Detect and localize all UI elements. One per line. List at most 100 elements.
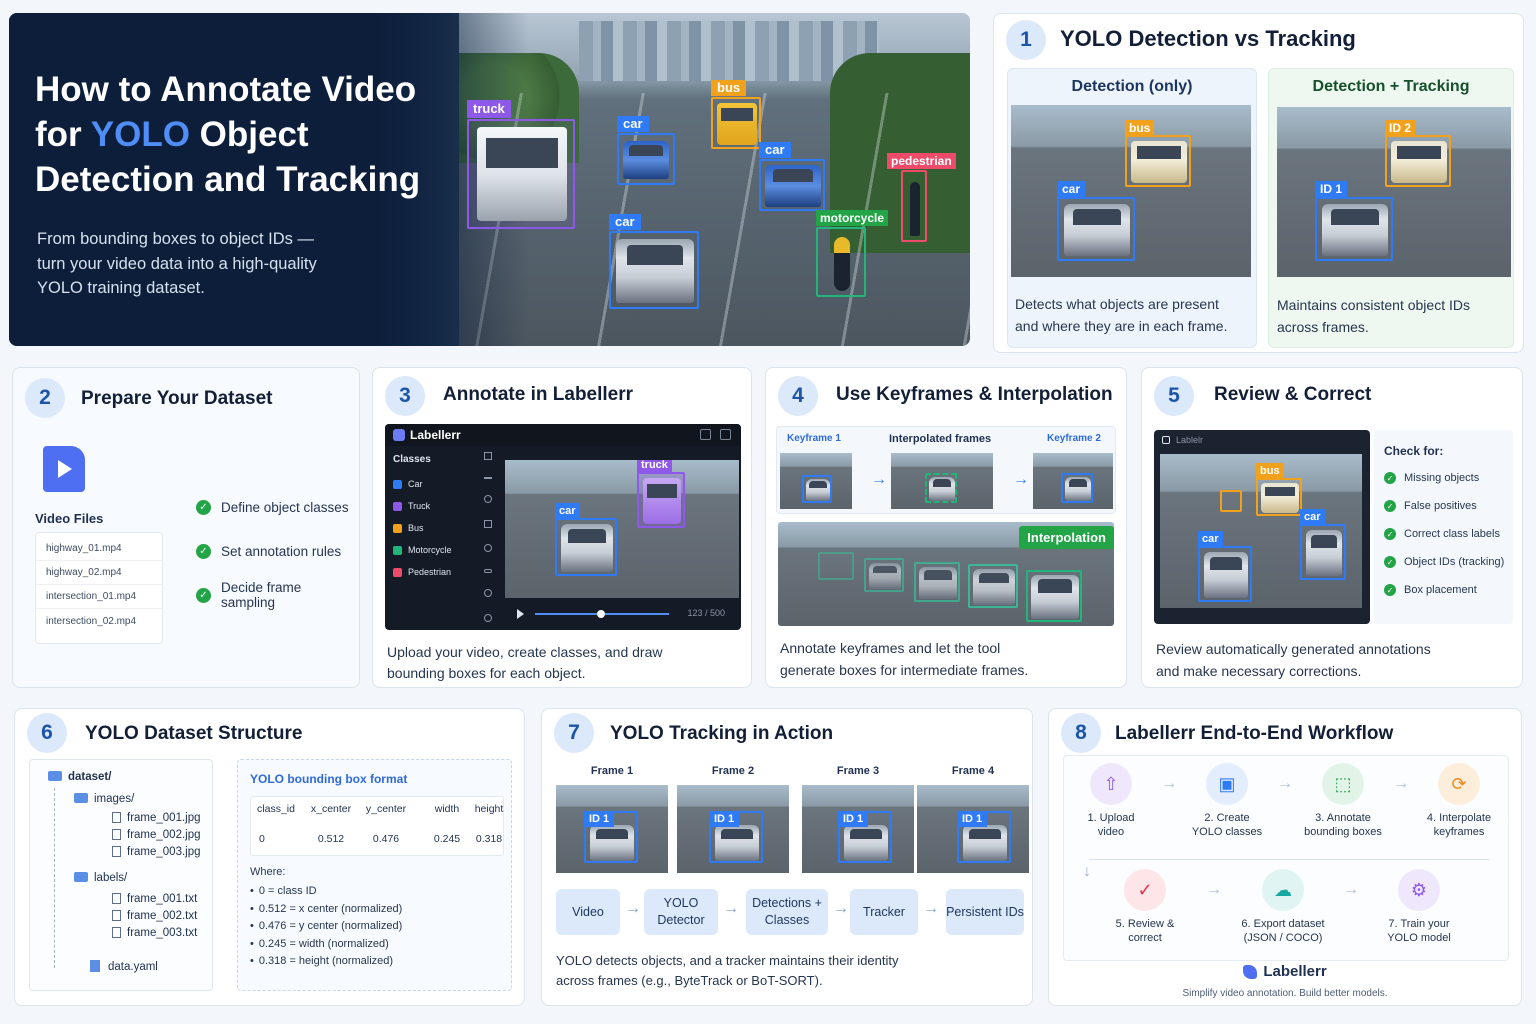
app-title: Labellerr [410,428,461,442]
car [1064,204,1130,256]
format-header-cell: class_id [257,803,295,815]
box-tool-icon[interactable] [484,519,492,528]
tracking-bus-tag: ID 2 [1385,120,1416,136]
canvas-truck-box[interactable]: truck [637,460,685,528]
section-5-desc-line2: and make necessary corrections. [1156,663,1362,679]
workflow-step-label: 7. Train your [1388,918,1450,930]
pointer-tool-icon[interactable] [484,495,492,504]
check-icon: ✓ [196,587,211,603]
review-car1-box[interactable]: car [1198,531,1252,602]
train-icon[interactable]: ⚙ [1398,869,1440,911]
section-7-number: 7 [554,713,594,753]
zoom-tool-icon[interactable] [484,544,492,553]
rotate-tool-icon[interactable] [484,589,492,598]
brand-line: Labellerr [1243,963,1327,980]
file-icon [112,829,121,840]
tree-labels-folder[interactable]: labels/ [74,872,127,884]
file-row[interactable]: highway_01.mp4 [36,537,162,561]
class-item[interactable]: Car [393,473,465,495]
frame-thumbnail[interactable]: ID 1 [556,785,668,873]
workflow-bottom-row: ✓ 5. Review & correct → ☁ 6. Export dataset (J… [1063,869,1509,959]
export-icon[interactable]: ☁ [1262,869,1304,911]
car [616,239,694,303]
file-row[interactable]: intersection_01.mp4 [36,585,162,609]
review-car2-box[interactable]: car [1300,509,1346,580]
bbox-format-panel: YOLO bounding box format class_id x_cente… [237,759,512,991]
workflow-step-sublabel: (JSON / COCO) [1243,932,1323,944]
classes-icon[interactable]: ▣ [1206,763,1248,805]
section-end-to-end-workflow: 8 Labellerr End-to-End Workflow ⇧ 1. Uplo… [1048,708,1522,1006]
file-row[interactable]: highway_02.mp4 [36,561,162,585]
workflow-step-sublabel: correct [1128,932,1162,944]
hero-motorcycle-box: motorcycle [816,210,889,297]
canvas-car-box[interactable]: car [555,503,617,576]
class-item[interactable]: Bus [393,517,465,539]
car [1204,552,1248,598]
review-check-label: Object IDs (tracking) [1404,556,1505,568]
tree-file[interactable]: frame_003.txt [112,927,197,939]
settings-icon[interactable] [700,429,711,440]
tree-file[interactable]: frame_002.jpg [112,829,201,841]
annotate-icon[interactable]: ⬚ [1322,763,1364,805]
tree-file-label: frame_003.txt [127,927,198,939]
labellerr-logo-icon [1243,964,1258,979]
review-bus-box[interactable]: bus [1256,463,1302,516]
interp-box [1026,570,1082,622]
tree-file[interactable]: frame_003.jpg [112,846,201,858]
tree-root[interactable]: dataset/ [48,771,111,783]
keyframe-2-thumb[interactable] [1033,453,1113,509]
hero-car1-box: car [617,116,675,185]
pen-tool-icon[interactable] [484,476,492,479]
tree-labels-label: labels/ [94,872,128,884]
section-7-desc-line2: across frames (e.g., ByteTrack or BoT-SO… [556,973,823,988]
car [1031,575,1079,619]
section-2-number: 2 [25,378,65,418]
class-item[interactable]: Pedestrian [393,561,465,583]
detection-only-desc-line2: and where they are in each frame. [1015,318,1228,334]
tree-file[interactable]: frame_001.txt [112,893,197,905]
section-7-title: YOLO Tracking in Action [610,723,834,744]
interpolate-icon[interactable]: ⟳ [1438,763,1480,805]
section-8-number: 8 [1061,713,1101,753]
frame-thumbnail[interactable]: ID 1 [802,785,914,873]
search-tool-icon[interactable] [484,613,492,622]
arrow-icon: → [625,900,641,917]
section-annotate-labellerr: 3 Annotate in Labellerr Labellerr Classe… [372,367,752,688]
app-logo-icon [1162,436,1170,444]
workflow-step-sublabel: video [1097,826,1125,838]
play-icon[interactable] [517,609,524,619]
tree-yaml-file[interactable]: data.yaml [90,960,158,973]
arrow-icon: → [1013,471,1029,488]
tree-images-label: images/ [94,793,135,805]
tree-file[interactable]: frame_001.jpg [112,812,201,824]
review-bus2-box[interactable] [1220,490,1242,512]
select-tool-icon[interactable] [484,452,492,460]
tool-strip [481,452,495,622]
minimize-icon[interactable] [720,429,731,440]
section-2-title: Prepare Your Dataset [81,388,273,409]
review-check-label: Missing objects [1404,472,1480,484]
bus [717,103,757,145]
hero-car3-box: car [609,214,699,309]
frame-thumbnail[interactable]: ID 1 [917,785,1029,873]
interpolated-thumb[interactable] [891,453,993,509]
review-icon[interactable]: ✓ [1124,869,1166,911]
section-5-title: Review & Correct [1214,384,1372,405]
class-item[interactable]: Motorcycle [393,539,465,561]
file-row[interactable]: intersection_02.mp4 [36,609,162,633]
car [806,479,830,501]
detection-only-panel: Detection (only) bus car Detects what ob… [1007,68,1257,348]
timeline-handle[interactable] [597,610,605,618]
review-app-window: Lablelr bus car car [1154,430,1370,624]
upload-icon[interactable]: ⇧ [1090,763,1132,805]
tree-file[interactable]: frame_002.txt [112,910,197,922]
tree-images-folder[interactable]: images/ [74,793,134,805]
class-item[interactable]: Truck [393,495,465,517]
link-tool-icon[interactable] [484,568,492,573]
playback-bar: 123 / 500 [505,604,739,624]
section-1-number: 1 [1006,20,1046,60]
frame-thumbnail[interactable]: ID 1 [677,785,789,873]
file-icon [112,846,121,857]
keyframe-1-thumb[interactable] [780,453,852,509]
section-prepare-dataset: 2 Prepare Your Dataset Video Files highw… [12,367,360,688]
